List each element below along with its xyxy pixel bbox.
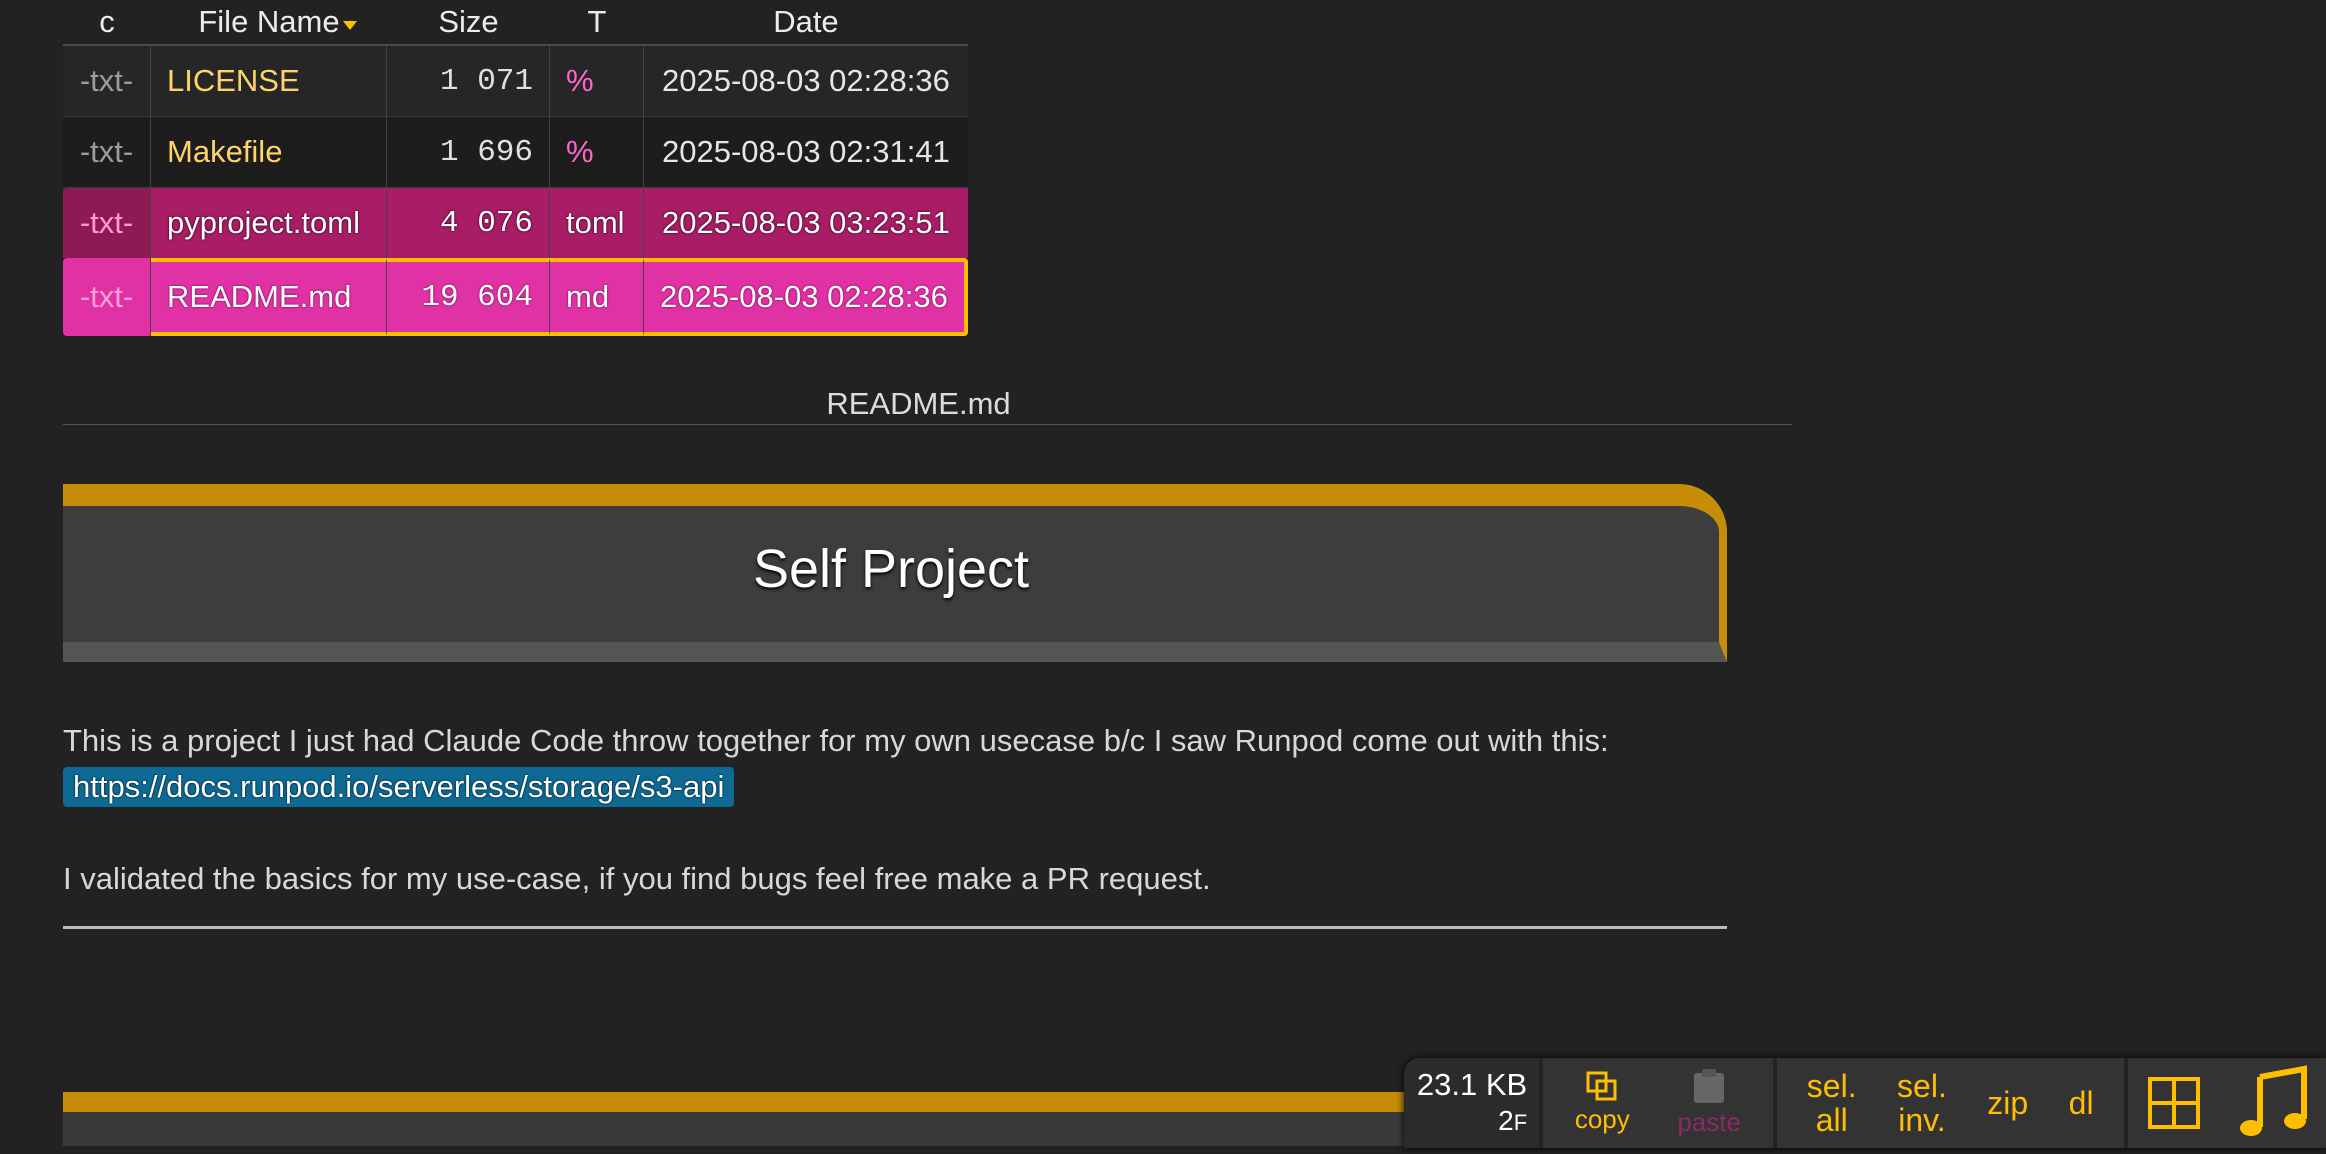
file-date-cell: 2025-08-03 02:28:36 [644, 258, 968, 336]
selection-group: sel. all sel. inv. zip dl [1777, 1058, 2124, 1148]
readme-title-block: Self Project [63, 484, 1727, 662]
file-category-cell: -txt- [63, 188, 151, 258]
copy-icon [1585, 1070, 1619, 1102]
file-size-cell: 4 076 [387, 188, 550, 258]
file-category-cell: -txt- [63, 258, 151, 336]
bottom-toolbar: 23.1 KB 2F copy paste sel. all sel. inv.… [1404, 1058, 2326, 1148]
table-row[interactable]: -txt- Makefile 1 696 % 2025-08-03 02:31:… [63, 117, 968, 188]
column-header-file-name-label: File Name [198, 4, 340, 39]
readme-filename-label: README.md [63, 386, 1792, 422]
column-header-c[interactable]: c [63, 0, 151, 46]
select-all-label-line2: all [1815, 1102, 1848, 1138]
file-type-cell: toml [550, 188, 644, 258]
paste-button[interactable]: paste [1665, 1058, 1753, 1148]
file-table: c File Name Size T Date -txt- LICENSE 1 … [63, 0, 968, 336]
selection-count-unit: F [1513, 1110, 1528, 1135]
paste-label: paste [1677, 1107, 1741, 1137]
table-header-row: c File Name Size T Date [63, 0, 968, 46]
clipboard-icon [1690, 1067, 1728, 1105]
file-size-cell: 1 071 [387, 46, 550, 117]
download-button[interactable]: dl [2057, 1058, 2106, 1148]
file-name-link[interactable]: Makefile [151, 117, 387, 188]
file-type-cell: md [550, 258, 644, 336]
zip-button[interactable]: zip [1975, 1058, 2040, 1148]
file-date-cell: 2025-08-03 02:28:36 [644, 46, 968, 117]
table-row-current[interactable]: -txt- README.md 19 604 md 2025-08-03 02:… [63, 258, 968, 336]
file-browser-page: c File Name Size T Date -txt- LICENSE 1 … [0, 0, 2326, 1154]
readme-paragraph-1-text: This is a project I just had Claude Code… [63, 723, 1609, 758]
column-header-size[interactable]: Size [387, 0, 550, 46]
select-all-button[interactable]: sel. all [1795, 1058, 1869, 1148]
file-size-cell: 1 696 [387, 117, 550, 188]
select-all-label-line1: sel. [1806, 1068, 1857, 1104]
readme-filename: README.md [826, 386, 1011, 421]
selection-count-number: 2 [1498, 1105, 1514, 1136]
readme-link-s3-api[interactable]: https://docs.runpod.io/serverless/storag… [63, 767, 735, 807]
selection-info: 23.1 KB 2F [1404, 1058, 1540, 1148]
file-date-cell: 2025-08-03 03:23:51 [644, 188, 968, 258]
file-size-cell: 19 604 [387, 258, 550, 336]
readme-paragraph-2: I validated the basics for my use-case, … [63, 861, 1211, 896]
select-inverse-label-line1: sel. [1897, 1068, 1947, 1104]
select-inverse-button[interactable]: sel. inv. [1885, 1058, 1959, 1148]
readme-title: Self Project [752, 539, 1030, 599]
view-group [2128, 1058, 2326, 1148]
readme-paragraph-1: This is a project I just had Claude Code… [63, 718, 1763, 810]
file-type-cell: % [550, 46, 644, 117]
column-header-type[interactable]: T [550, 0, 644, 46]
readme-horizontal-rule [63, 926, 1727, 929]
file-category-cell: -txt- [63, 46, 151, 117]
file-category-cell: -txt- [63, 117, 151, 188]
file-type-cell: % [550, 117, 644, 188]
table-row-selected[interactable]: -txt- pyproject.toml 4 076 toml 2025-08-… [63, 188, 968, 258]
sort-descending-icon [343, 21, 357, 30]
column-header-date[interactable]: Date [644, 0, 968, 46]
column-header-file-name[interactable]: File Name [151, 0, 387, 46]
file-date-cell: 2025-08-03 02:31:41 [644, 117, 968, 188]
selection-size: 23.1 KB [1416, 1067, 1528, 1102]
grid-view-button[interactable] [2134, 1058, 2214, 1148]
grid-view-icon [2146, 1075, 2202, 1131]
file-name-link[interactable]: README.md [151, 258, 387, 336]
readme-divider [63, 424, 1792, 425]
music-note-icon [2238, 1065, 2308, 1141]
copy-label: copy [1574, 1104, 1630, 1134]
copy-button[interactable]: copy [1563, 1058, 1642, 1148]
select-inverse-label-line2: inv. [1898, 1102, 1946, 1138]
edit-group: copy paste [1543, 1058, 1773, 1148]
file-name-link[interactable]: pyproject.toml [151, 188, 387, 258]
audio-player-button[interactable] [2226, 1058, 2320, 1148]
selection-count: 2F [1498, 1104, 1527, 1140]
table-row[interactable]: -txt- LICENSE 1 071 % 2025-08-03 02:28:3… [63, 46, 968, 117]
file-name-link[interactable]: LICENSE [151, 46, 387, 117]
